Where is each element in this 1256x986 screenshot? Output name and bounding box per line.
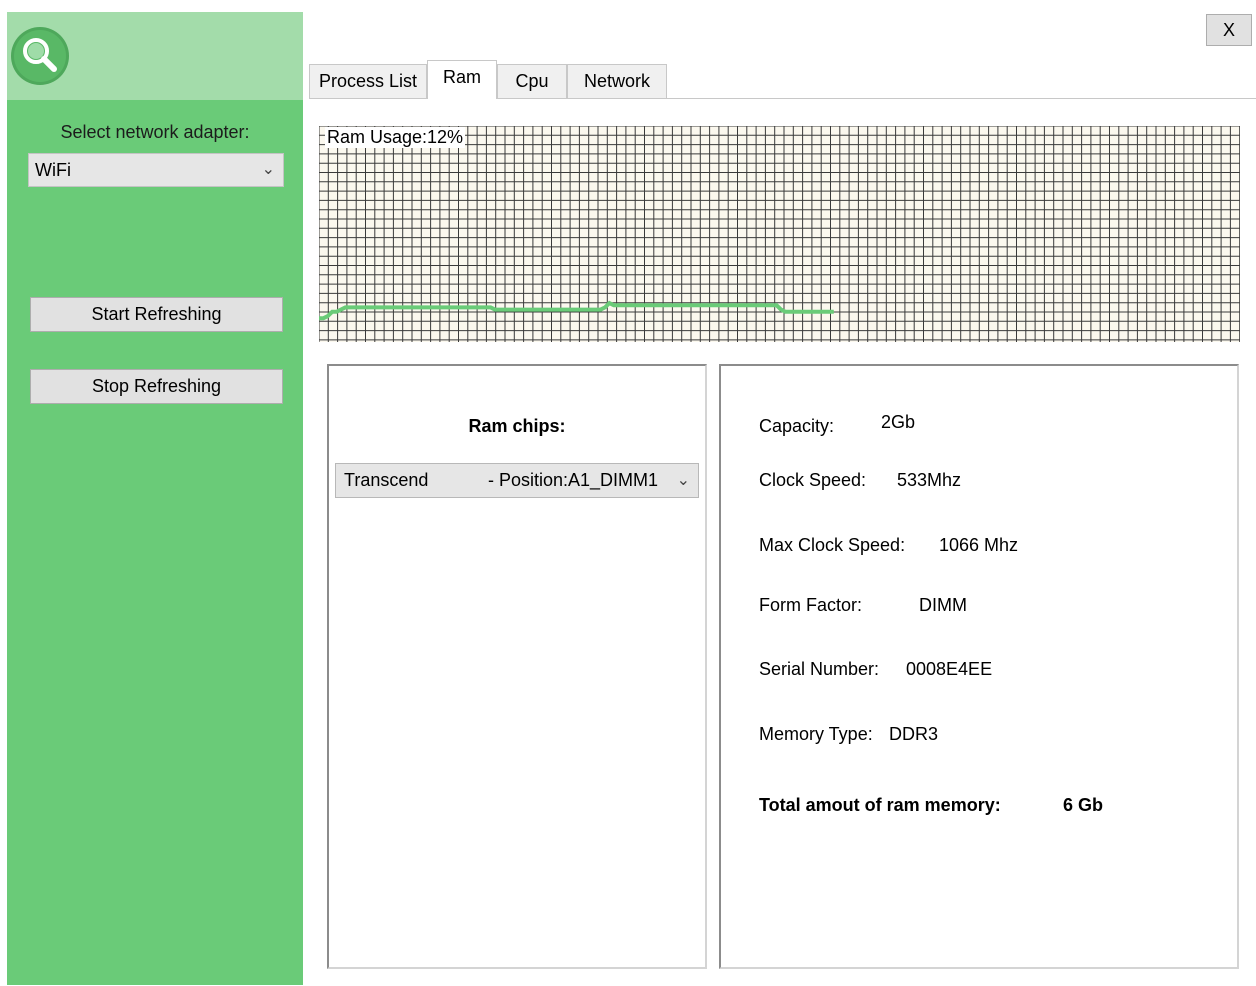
ram-chips-title: Ram chips: — [468, 416, 566, 436]
form-factor-label: Form Factor: — [759, 595, 863, 615]
search-icon — [11, 27, 69, 85]
memory-type-value: DDR3 — [889, 724, 939, 744]
clock-speed-value: 533Mhz — [897, 470, 962, 490]
max-clock-speed-label: Max Clock Speed: — [759, 535, 906, 555]
tab-ram[interactable]: Ram — [427, 60, 497, 99]
ram-usage-chart — [319, 126, 1240, 342]
adapter-select[interactable]: WiFi ⌄ — [28, 153, 284, 187]
max-clock-speed-value: 1066 Mhz — [939, 535, 1019, 555]
adapter-label: Select network adapter: — [60, 122, 250, 142]
clock-speed-label: Clock Speed: — [759, 470, 867, 490]
ram-usage-title: Ram Usage:12% — [325, 127, 466, 148]
ram-chip-select[interactable]: Transcend - Position:A1_DIMM1 ⌄ — [335, 463, 699, 498]
ram-chip-position: - Position:A1_DIMM1 — [488, 470, 659, 490]
memory-type-label: Memory Type: — [759, 724, 873, 744]
capacity-label: Capacity: — [759, 416, 835, 436]
sidebar: Select network adapter: WiFi ⌄ Start Ref… — [7, 12, 303, 985]
ram-chip-name: Transcend — [344, 470, 429, 490]
serial-number-value: 0008E4EE — [906, 659, 993, 679]
tab-process-list[interactable]: Process List — [309, 64, 427, 98]
start-refreshing-button[interactable]: Start Refreshing — [30, 297, 283, 332]
ram-details-panel: Capacity: 2Gb Clock Speed: 533Mhz Max Cl… — [719, 364, 1239, 969]
form-factor-value: DIMM — [919, 595, 967, 615]
ram-chips-panel: Ram chips: Transcend - Position:A1_DIMM1… — [327, 364, 707, 969]
chevron-down-icon: ⌄ — [261, 161, 275, 178]
tab-network[interactable]: Network — [567, 64, 667, 98]
adapter-select-value: WiFi — [35, 160, 71, 180]
sidebar-header — [7, 12, 303, 100]
stop-refreshing-button[interactable]: Stop Refreshing — [30, 369, 283, 404]
chevron-down-icon: ⌄ — [676, 472, 690, 489]
ram-usage-graph — [319, 126, 1240, 342]
close-button[interactable]: X — [1206, 14, 1252, 46]
total-ram-value: 6 Gb — [1063, 795, 1104, 815]
total-ram-label: Total amout of ram memory: — [759, 795, 1001, 815]
capacity-value: 2Gb — [881, 412, 916, 432]
serial-number-label: Serial Number: — [759, 659, 880, 679]
tab-cpu[interactable]: Cpu — [497, 64, 567, 98]
